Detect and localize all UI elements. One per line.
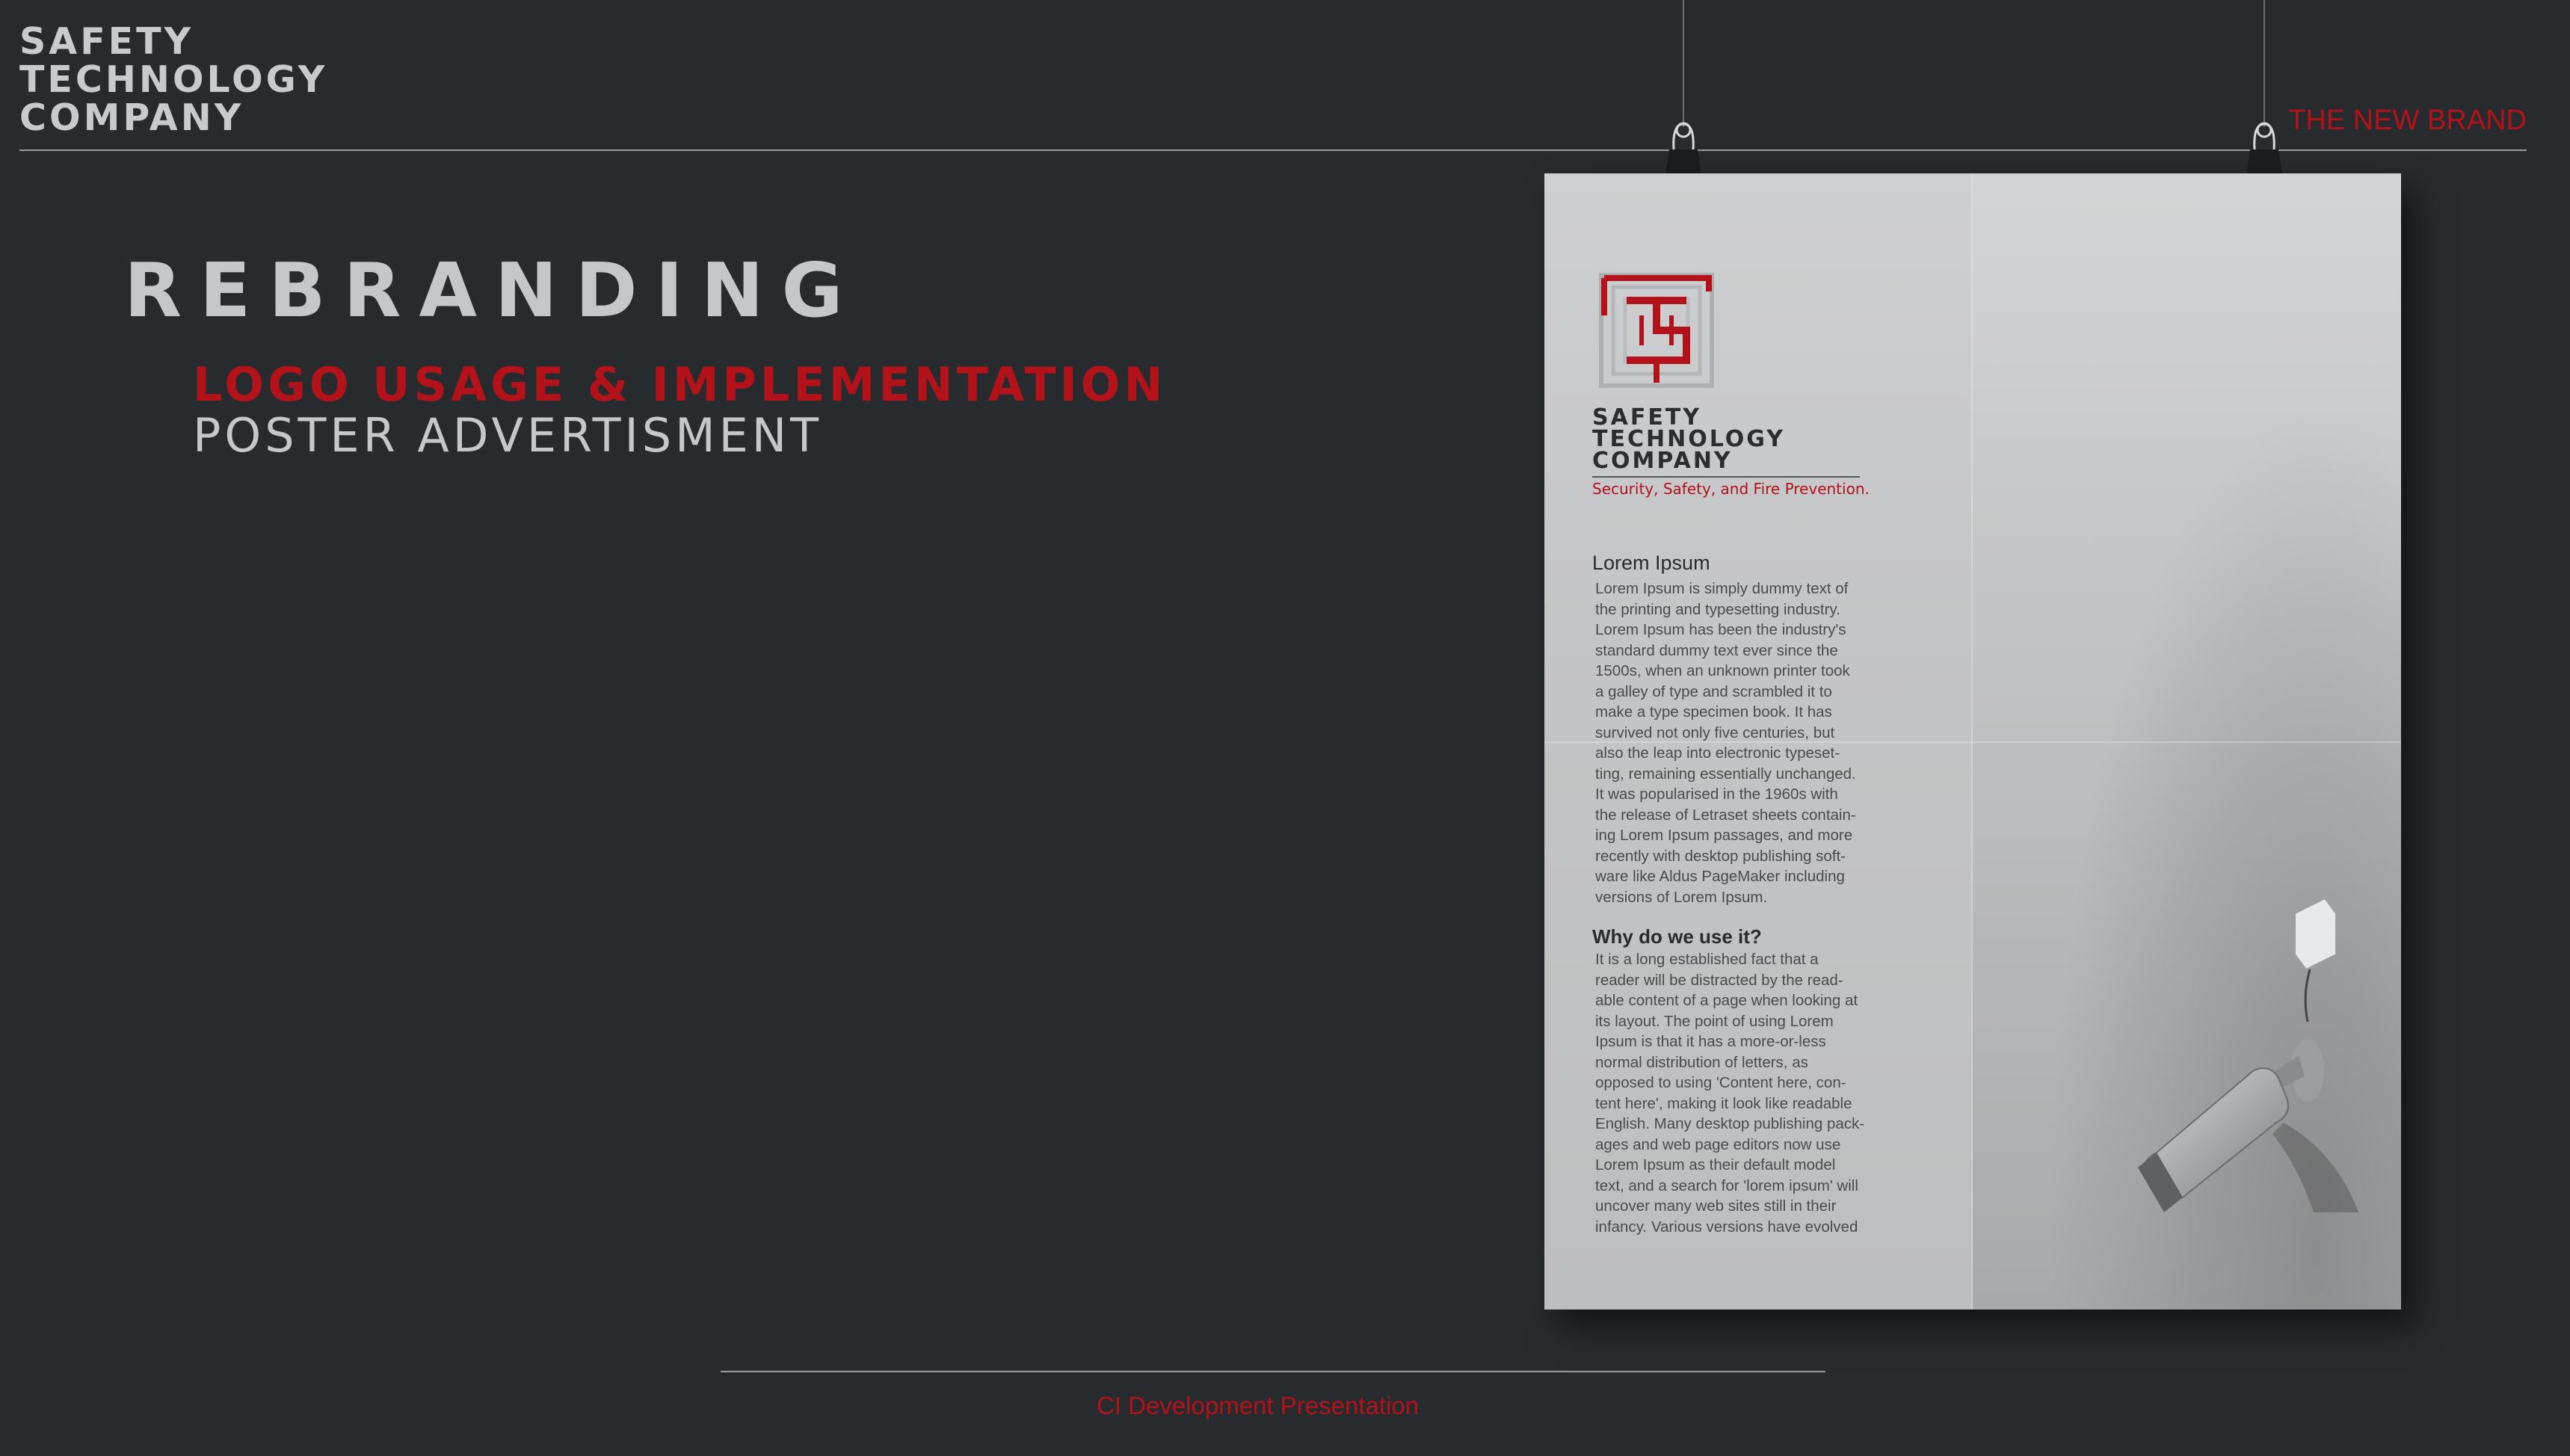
company-wordmark-line: TECHNOLOGY <box>19 58 328 101</box>
poster-divider <box>1592 476 1860 478</box>
footer-label: CI Development Presentation <box>1096 1392 1420 1419</box>
body-line: text, and a search for 'lorem ipsum' wil… <box>1595 1176 1858 1194</box>
hanging-string-right <box>2264 0 2265 127</box>
footer-divider <box>721 1371 1825 1372</box>
body-line: uncover many web sites still in their <box>1595 1197 1837 1215</box>
sts-maze-logo-icon <box>1599 273 1714 388</box>
poster-section-body: It is a long established fact that a rea… <box>1595 949 1873 1237</box>
body-line: Lorem Ipsum is simply dummy text of <box>1595 580 1849 597</box>
body-line: survived not only five centuries, but <box>1595 724 1835 741</box>
body-line: tent here', making it look like readable <box>1595 1094 1852 1112</box>
body-line: the release of Letraset sheets contain- <box>1595 806 1856 824</box>
body-line: opposed to using 'Content here, con- <box>1595 1074 1846 1091</box>
header-divider <box>19 149 2527 151</box>
hanging-string-left <box>1683 0 1684 127</box>
poster-company-line: COMPANY <box>1592 448 1733 474</box>
body-line: able content of a page when looking at <box>1595 992 1858 1009</box>
body-line: ages and web page editors now use <box>1595 1135 1841 1153</box>
body-line: It was popularised in the 1960s with <box>1595 786 1838 803</box>
company-wordmark: SAFETY TECHNOLOGY COMPANY <box>19 22 327 137</box>
body-line: Ipsum is that it has a more-or-less <box>1595 1033 1826 1050</box>
body-line: ting, remaining essentially unchanged. <box>1595 765 1856 783</box>
poster-company-line: TECHNOLOGY <box>1592 426 1785 452</box>
body-line: English. Many desktop publishing pack- <box>1595 1115 1865 1132</box>
poster-section-heading: Lorem Ipsum <box>1592 552 1710 574</box>
body-line: ing Lorem Ipsum passages, and more <box>1595 827 1853 844</box>
body-line: infancy. Various versions have evolved <box>1595 1218 1858 1236</box>
poster-company-name: SAFETY TECHNOLOGY COMPANY <box>1592 407 1785 472</box>
body-line: also the leap into electronic typeset- <box>1595 744 1840 762</box>
poster-section-body: Lorem Ipsum is simply dummy text of the … <box>1595 579 1873 907</box>
body-line: recently with desktop publishing soft- <box>1595 847 1846 865</box>
company-wordmark-line: COMPANY <box>19 96 244 139</box>
section-subtitle-grey: POSTER ADVERTISMENT <box>193 408 823 463</box>
page-title: REBRANDING <box>124 247 861 334</box>
body-line: the printing and typesetting industry. <box>1595 600 1840 618</box>
body-line: reader will be distracted by the read- <box>1595 971 1843 989</box>
poster-mockup: SAFETY TECHNOLOGY COMPANY Security, Safe… <box>1544 173 2401 1310</box>
body-line: Lorem Ipsum has been the industry's <box>1595 621 1846 638</box>
body-line: 1500s, when an unknown printer took <box>1595 662 1850 679</box>
body-line: its layout. The point of using Lorem <box>1595 1012 1834 1030</box>
section-subtitle-red: LOGO USAGE & IMPLEMENTATION <box>193 357 1167 412</box>
body-line: normal distribution of letters, as <box>1595 1053 1808 1071</box>
body-line: a galley of type and scrambled it to <box>1595 682 1832 700</box>
poster-section-heading: Why do we use it? <box>1592 925 1762 948</box>
new-brand-label: THE NEW BRAND <box>2288 105 2527 136</box>
body-line: ware like Aldus PageMaker including <box>1595 868 1845 885</box>
company-wordmark-line: SAFETY <box>19 20 194 63</box>
poster-company-line: SAFETY <box>1592 404 1701 431</box>
poster-tagline: Security, Safety, and Fire Prevention. <box>1592 480 1870 498</box>
body-line: Lorem Ipsum as their default model <box>1595 1156 1836 1173</box>
body-line: make a type specimen book. It has <box>1595 703 1832 721</box>
body-line: standard dummy text ever since the <box>1595 641 1838 659</box>
body-line: versions of Lorem Ipsum. <box>1595 888 1768 906</box>
body-line: It is a long established fact that a <box>1595 951 1819 968</box>
security-camera-icon <box>2138 897 2358 1212</box>
